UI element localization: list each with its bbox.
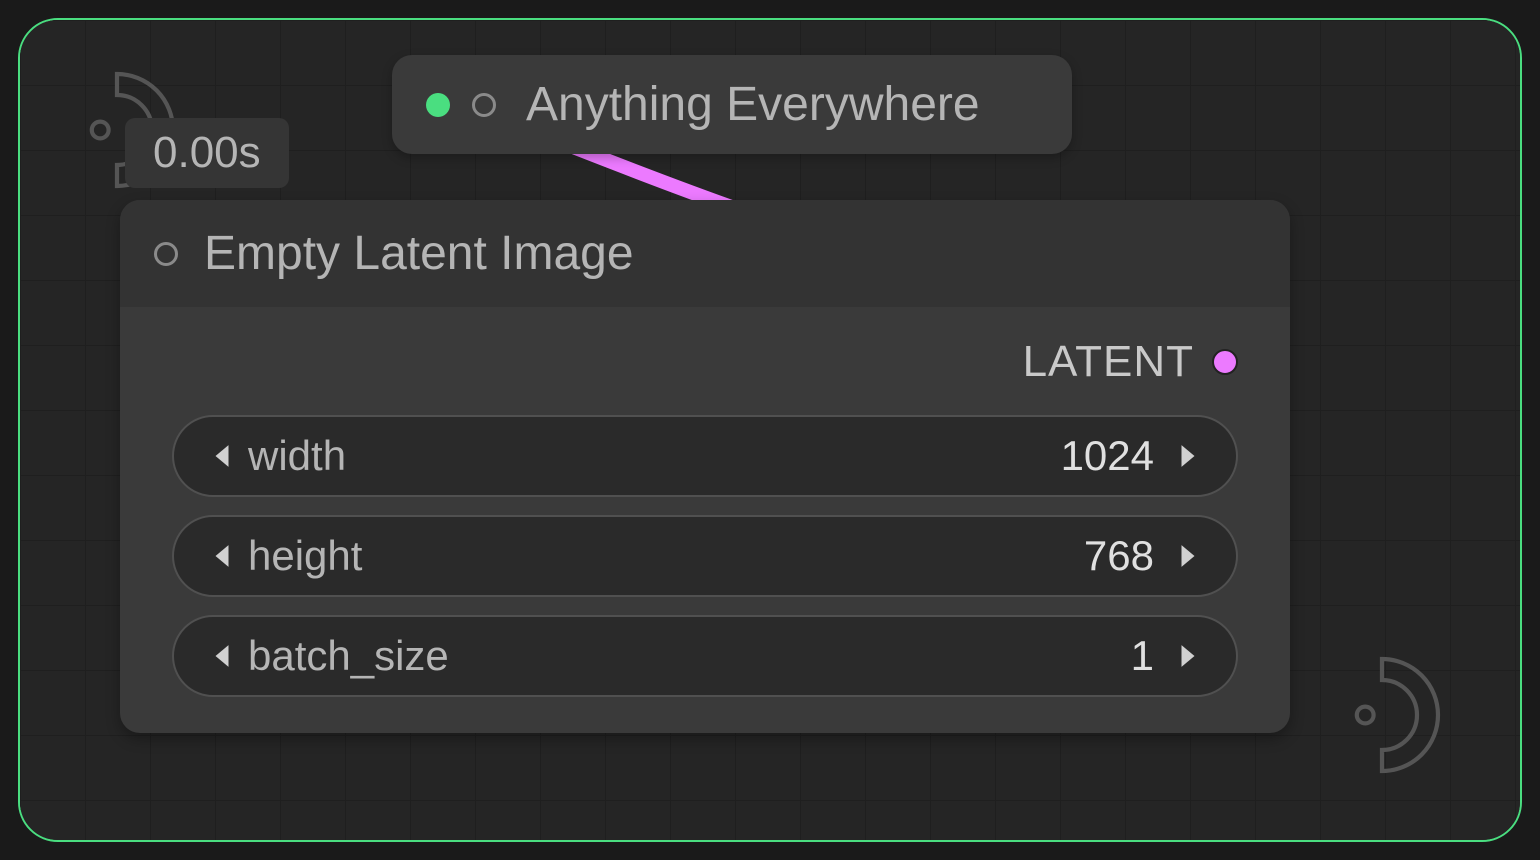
widget-value[interactable]: 1 bbox=[1131, 632, 1154, 680]
app-frame: 0.00s Anything Everywhere Empty Latent I… bbox=[18, 18, 1522, 842]
decrement-button[interactable] bbox=[202, 643, 242, 669]
node-empty-latent-image[interactable]: Empty Latent Image LATENT width 1024 bbox=[120, 200, 1290, 733]
widget-label: width bbox=[248, 432, 346, 480]
widget-label: batch_size bbox=[248, 632, 449, 680]
widget-width[interactable]: width 1024 bbox=[172, 415, 1238, 497]
output-row-latent: LATENT bbox=[172, 337, 1238, 387]
widget-value[interactable]: 768 bbox=[1084, 532, 1154, 580]
widget-value[interactable]: 1024 bbox=[1061, 432, 1154, 480]
execution-timer: 0.00s bbox=[125, 118, 289, 188]
node-anything-everywhere[interactable]: Anything Everywhere bbox=[392, 55, 1072, 154]
input-port-connected[interactable] bbox=[426, 93, 450, 117]
timer-value: 0.00s bbox=[153, 128, 261, 177]
node-body: LATENT width 1024 height bbox=[120, 307, 1290, 733]
node-title: Empty Latent Image bbox=[204, 226, 634, 281]
widget-label: height bbox=[248, 532, 362, 580]
decrement-button[interactable] bbox=[202, 443, 242, 469]
input-port-empty[interactable] bbox=[472, 93, 496, 117]
increment-button[interactable] bbox=[1168, 443, 1208, 469]
widget-batch-size[interactable]: batch_size 1 bbox=[172, 615, 1238, 697]
collapse-toggle-icon[interactable] bbox=[154, 242, 178, 266]
node-title: Anything Everywhere bbox=[526, 77, 980, 132]
increment-button[interactable] bbox=[1168, 543, 1208, 569]
output-port-latent[interactable] bbox=[1212, 349, 1238, 375]
node-header[interactable]: Empty Latent Image bbox=[120, 200, 1290, 307]
decrement-button[interactable] bbox=[202, 543, 242, 569]
output-label: LATENT bbox=[1023, 337, 1194, 387]
increment-button[interactable] bbox=[1168, 643, 1208, 669]
widget-height[interactable]: height 768 bbox=[172, 515, 1238, 597]
